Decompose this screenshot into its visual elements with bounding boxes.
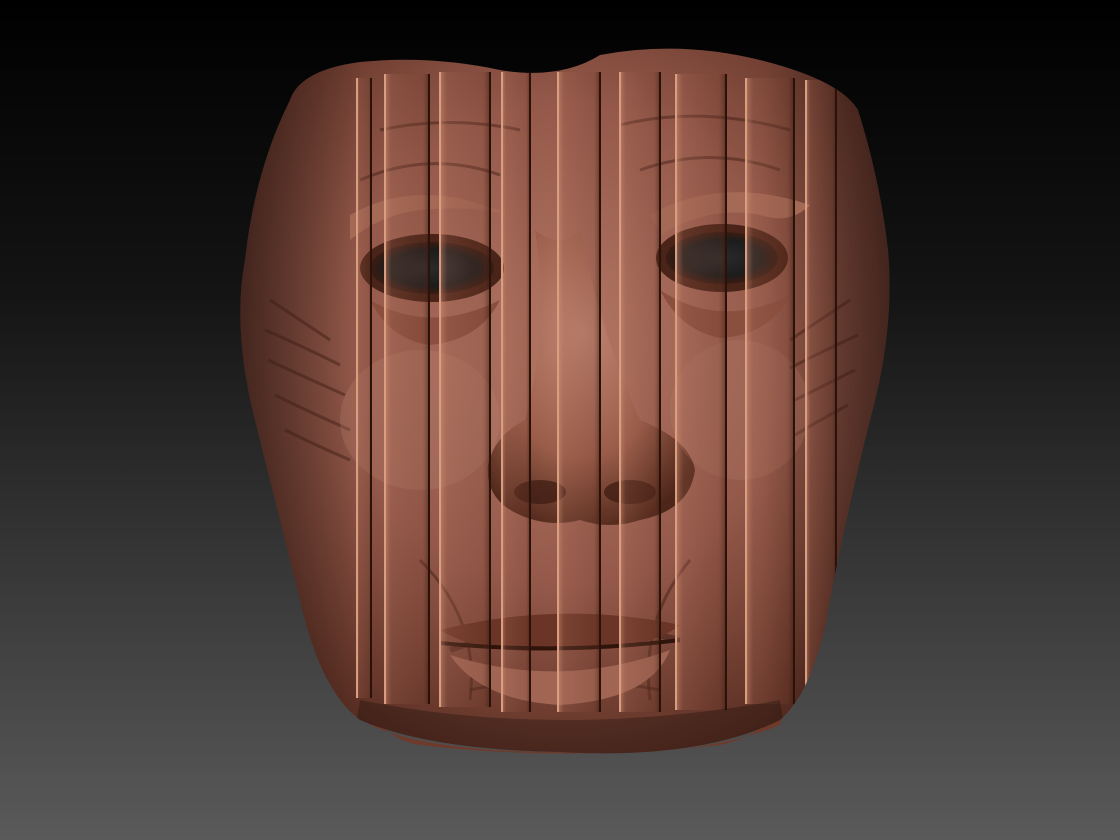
- render-canvas: [0, 0, 1120, 840]
- face-mask: [240, 48, 890, 754]
- strip-1: [356, 78, 372, 698]
- strip-2: [384, 74, 430, 704]
- sliced-strips: [356, 72, 837, 712]
- strip-7: [675, 74, 727, 710]
- strip-8: [745, 78, 795, 704]
- viewport: [0, 0, 1120, 840]
- strip-5: [557, 72, 601, 712]
- strip-4: [501, 72, 531, 712]
- strip-6: [619, 72, 661, 712]
- strip-3: [439, 72, 491, 707]
